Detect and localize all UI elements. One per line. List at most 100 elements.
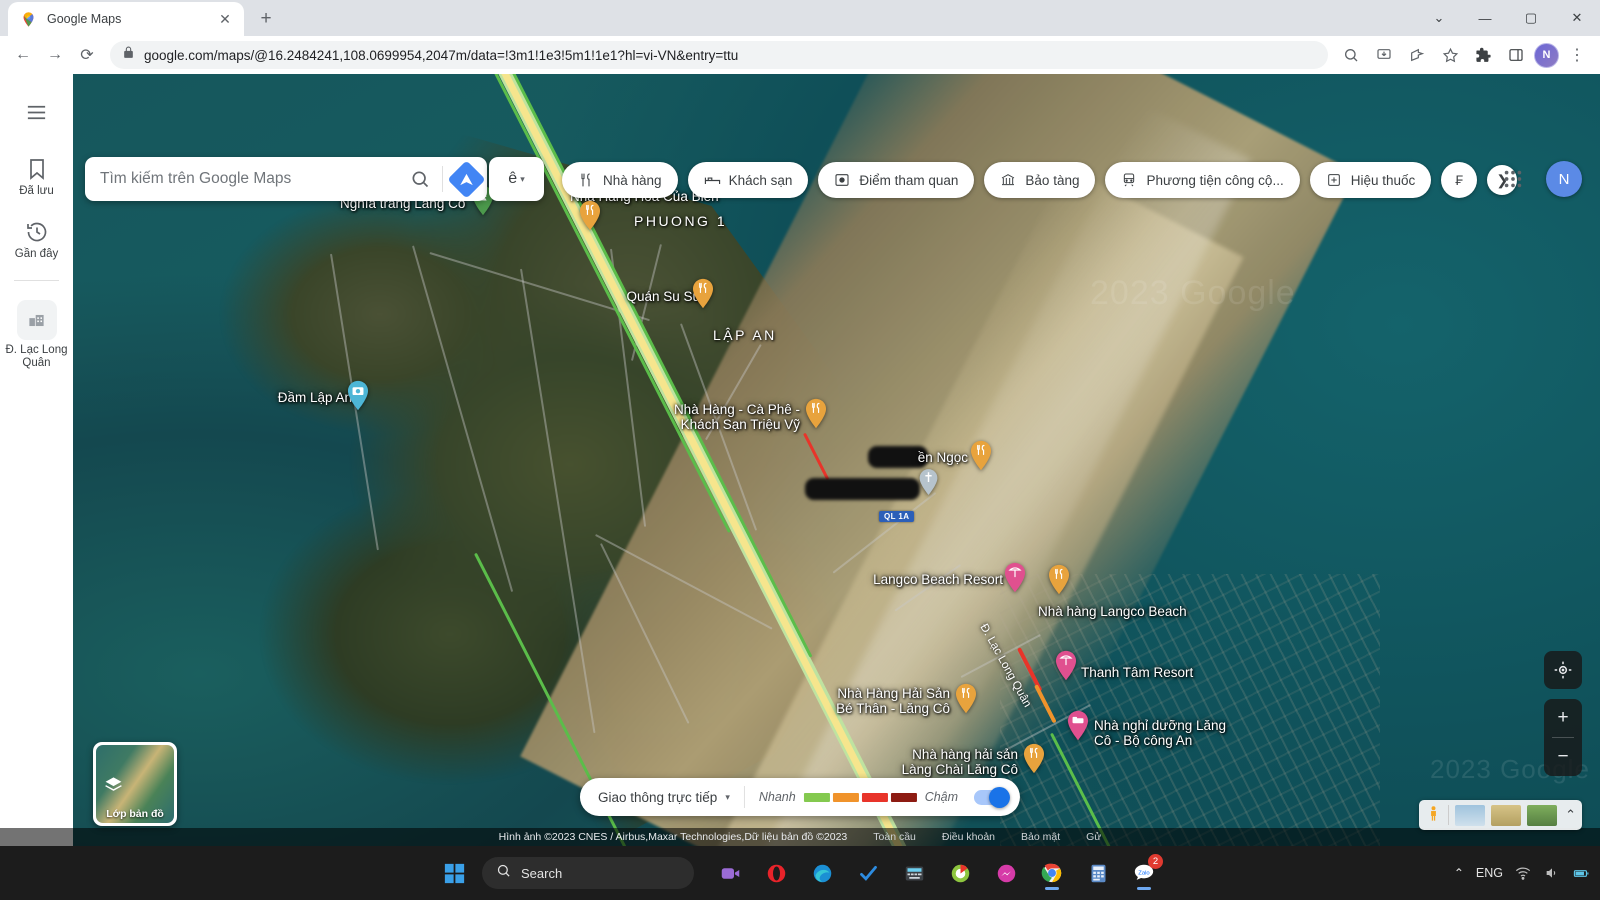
maximize-button[interactable]: ▢ bbox=[1508, 1, 1554, 35]
hamburger-menu-icon[interactable] bbox=[13, 88, 61, 136]
sidebar-item-label: Đã lưu bbox=[19, 185, 54, 197]
chip-restaurants[interactable]: Nhà hàng bbox=[562, 162, 678, 198]
wifi-icon[interactable] bbox=[1515, 865, 1532, 882]
attribution-link-privacy[interactable]: Bảo mật bbox=[1021, 831, 1060, 843]
attribution-link-feedback[interactable]: Gử bbox=[1086, 831, 1101, 843]
restaurant-pin-icon[interactable] bbox=[1047, 564, 1073, 598]
swatch-medium bbox=[832, 792, 859, 802]
windows-logo-icon[interactable] bbox=[436, 855, 472, 891]
sidebar-item-place[interactable]: Đ. Lạc Long Quân bbox=[0, 289, 73, 381]
restaurant-pin-icon[interactable] bbox=[969, 440, 995, 474]
street-view-pegman-icon[interactable] bbox=[1425, 805, 1442, 825]
google-apps-grid-icon[interactable] bbox=[1494, 160, 1532, 198]
sidebar-item-saved[interactable]: Đã lưu bbox=[0, 146, 73, 209]
chip-attractions[interactable]: Điểm tham quan bbox=[818, 162, 975, 198]
restaurant-icon bbox=[578, 172, 595, 189]
bookmark-star-icon[interactable] bbox=[1435, 40, 1465, 70]
maps-left-rail: Đã lưu Gần đây Đ. Lạc Long Quân bbox=[0, 74, 73, 846]
tray-expand-icon[interactable]: ⌃ bbox=[1454, 866, 1464, 880]
forward-icon[interactable]: → bbox=[40, 40, 70, 70]
messenger-icon[interactable] bbox=[986, 853, 1026, 893]
sidebar-item-recent[interactable]: Gần đây bbox=[0, 209, 73, 272]
profile-avatar[interactable]: N bbox=[1534, 42, 1559, 68]
resort-pin-icon[interactable] bbox=[1054, 650, 1080, 684]
restaurant-pin-icon[interactable] bbox=[691, 278, 717, 312]
map-viewport[interactable]: 2023 Google 2023 Google bbox=[0, 74, 1600, 846]
church-pin-icon[interactable] bbox=[918, 468, 940, 502]
address-bar[interactable]: google.com/maps/@16.2484241,108.0699954,… bbox=[110, 41, 1328, 69]
attribution-link-global[interactable]: Toàn cầu bbox=[873, 831, 916, 843]
close-icon[interactable]: ✕ bbox=[216, 10, 234, 28]
photo-thumbnail[interactable] bbox=[1491, 804, 1522, 826]
zoom-out-button[interactable]: − bbox=[1544, 738, 1582, 776]
chip-museums[interactable]: Bảo tàng bbox=[984, 162, 1096, 198]
chevron-down-icon[interactable]: ⌄ bbox=[1416, 1, 1462, 35]
back-icon[interactable]: ← bbox=[8, 40, 38, 70]
account-avatar[interactable]: N bbox=[1546, 161, 1582, 197]
search-icon[interactable] bbox=[400, 159, 440, 199]
lodging-pin-icon[interactable] bbox=[1066, 710, 1092, 744]
volume-icon[interactable] bbox=[1544, 865, 1561, 882]
road-shield: QL 1A bbox=[879, 511, 915, 522]
museum-icon bbox=[1000, 172, 1017, 189]
opera-icon[interactable] bbox=[756, 853, 796, 893]
taskbar-search-placeholder: Search bbox=[521, 865, 563, 881]
traffic-panel[interactable]: Giao thông trực tiếp ▾ Nhanh Chậm bbox=[579, 778, 1021, 816]
chip-label: Phương tiện công cộ... bbox=[1146, 172, 1284, 188]
google-maps-pin-icon bbox=[20, 11, 37, 28]
install-icon[interactable] bbox=[1369, 40, 1399, 70]
share-icon[interactable] bbox=[1402, 40, 1432, 70]
restaurant-pin-icon[interactable] bbox=[1022, 743, 1048, 777]
photo-thumbnail[interactable] bbox=[1527, 804, 1558, 826]
restaurant-pin-icon[interactable] bbox=[804, 398, 830, 432]
restaurant-pin-icon[interactable] bbox=[954, 683, 980, 717]
search-input[interactable]: Tìm kiếm trên Google Maps bbox=[100, 170, 400, 188]
chevron-down-icon[interactable]: ▾ bbox=[725, 792, 730, 803]
map-layers-button[interactable]: Lớp bản đồ bbox=[93, 742, 177, 826]
reload-icon[interactable]: ⟳ bbox=[72, 40, 102, 70]
photo-thumbnail[interactable] bbox=[1455, 804, 1486, 826]
close-window-button[interactable]: ✕ bbox=[1554, 1, 1600, 35]
language-indicator[interactable]: ENG bbox=[1476, 866, 1503, 880]
chip-atm[interactable]: ₣ bbox=[1441, 162, 1478, 198]
attribution-link-terms[interactable]: Điều khoản bbox=[942, 831, 995, 843]
chrome-icon[interactable] bbox=[1032, 853, 1072, 893]
resort-pin-icon[interactable] bbox=[1003, 562, 1029, 596]
side-panel-icon[interactable] bbox=[1501, 40, 1531, 70]
photo-pin-icon[interactable] bbox=[346, 380, 372, 414]
expand-photos-icon[interactable]: ⌃ bbox=[1563, 807, 1576, 823]
chip-transit[interactable]: Phương tiện công cộ... bbox=[1105, 162, 1300, 198]
calculator-icon[interactable] bbox=[1078, 853, 1118, 893]
chip-label: Nhà hàng bbox=[603, 172, 662, 188]
area-label: PHUONG 1 bbox=[634, 213, 728, 229]
traffic-toggle[interactable] bbox=[974, 786, 1011, 808]
search-icon[interactable] bbox=[1336, 40, 1366, 70]
search-icon bbox=[496, 863, 511, 883]
extensions-icon[interactable] bbox=[1468, 40, 1498, 70]
directions-button[interactable] bbox=[445, 157, 487, 201]
zoom-controls: + − bbox=[1544, 699, 1582, 776]
edge-icon[interactable] bbox=[802, 853, 842, 893]
battery-icon[interactable] bbox=[1573, 865, 1590, 882]
rail-divider bbox=[14, 280, 59, 281]
zalo-icon[interactable]: Zalo 2 bbox=[1124, 853, 1164, 893]
chip-pharmacy[interactable]: Hiệu thuốc bbox=[1309, 162, 1432, 198]
keyboard-icon[interactable] bbox=[894, 853, 934, 893]
zoom-icon[interactable] bbox=[710, 853, 750, 893]
unikey-icon[interactable] bbox=[940, 853, 980, 893]
taskbar-search-box[interactable]: Search bbox=[482, 857, 694, 889]
zoom-in-button[interactable]: + bbox=[1544, 699, 1582, 737]
language-label: ê bbox=[508, 170, 518, 187]
language-selector[interactable]: ê ▾ bbox=[489, 157, 544, 201]
browser-tab[interactable]: Google Maps ✕ bbox=[8, 2, 244, 36]
divider bbox=[743, 786, 745, 808]
restaurant-pin-icon[interactable] bbox=[578, 200, 604, 234]
search-container: Tìm kiếm trên Google Maps bbox=[85, 157, 487, 201]
todo-check-icon[interactable] bbox=[848, 853, 888, 893]
new-tab-button[interactable]: + bbox=[252, 5, 280, 33]
my-location-icon[interactable] bbox=[1544, 651, 1582, 689]
minimize-button[interactable]: — bbox=[1462, 1, 1508, 35]
browser-menu-icon[interactable]: ⋮ bbox=[1562, 40, 1592, 70]
chip-hotels[interactable]: Khách sạn bbox=[687, 162, 809, 198]
layers-label: Lớp bản đồ bbox=[106, 808, 164, 820]
